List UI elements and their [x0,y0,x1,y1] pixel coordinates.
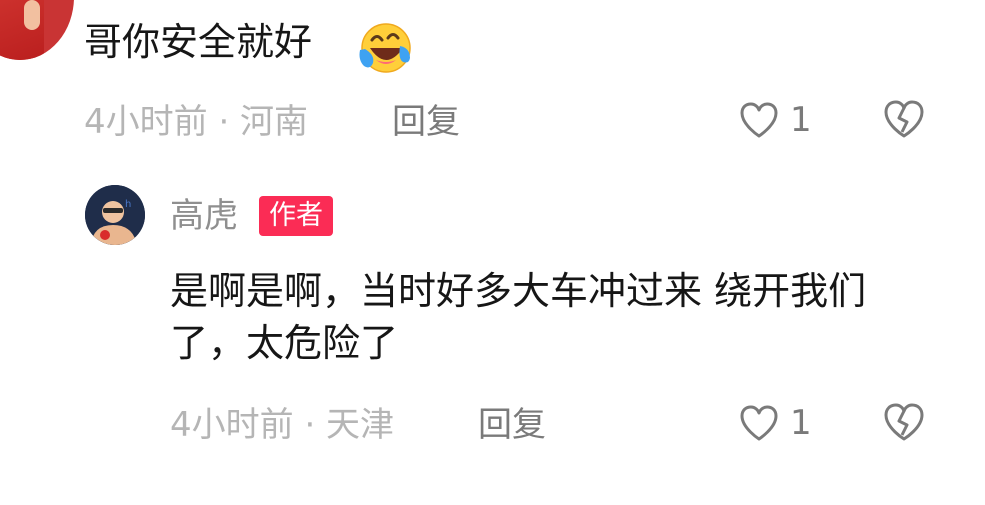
reply-text: 是啊是啊，当时好多大车冲过来 绕开我们了，太危险了 [170,269,867,365]
laughing-crying-emoji-icon [359,23,411,73]
like-count: 1 [790,100,812,140]
author-avatar[interactable]: h [85,185,145,245]
reply-meta: 4小时前 · 天津 [170,405,395,445]
reply-button[interactable]: 回复 [392,102,460,142]
comment-meta: 4小时前 · 河南 [84,102,309,142]
svg-text:h: h [125,199,131,210]
heart-icon [740,405,778,441]
like-button[interactable]: 1 [738,98,812,142]
author-name[interactable]: 高虎 [170,196,238,236]
comment-text: 哥你安全就好 [84,20,313,64]
like-count: 1 [790,403,812,443]
commenter-avatar[interactable] [0,0,74,60]
author-badge: 作者 [259,196,333,236]
like-button[interactable]: 1 [738,401,812,445]
broken-heart-icon[interactable] [882,98,926,140]
avatar-hand [24,0,40,30]
reply-button[interactable]: 回复 [478,405,546,445]
broken-heart-icon[interactable] [882,401,926,443]
heart-icon [740,102,778,138]
